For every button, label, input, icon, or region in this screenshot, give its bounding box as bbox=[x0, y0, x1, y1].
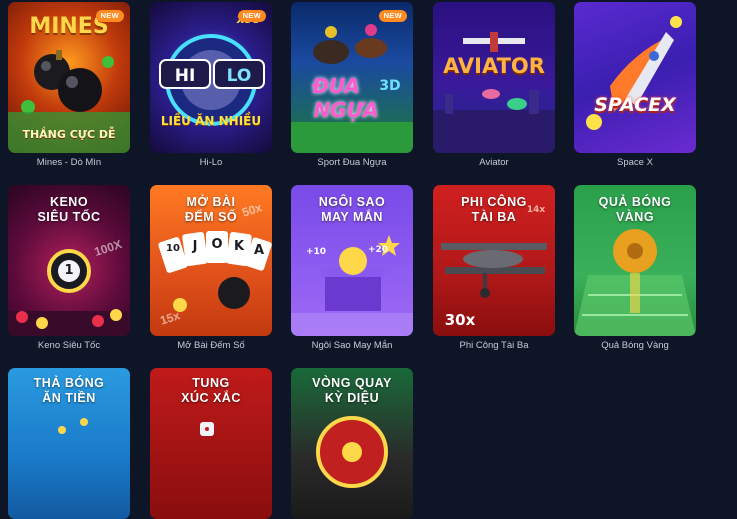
game-label: Hi-Lo bbox=[199, 157, 223, 168]
game-card-tha-bong[interactable]: THẢ BÓNG ĂN TIỀN bbox=[8, 368, 130, 519]
game-thumbnail: PHI CÔNG TÀI BA 30x 14x bbox=[433, 185, 555, 336]
game-thumbnail: MỞ BÀI ĐẾM SỐ 10 J O K A 50x 15x bbox=[150, 185, 272, 336]
ball-drop-icon bbox=[58, 418, 88, 434]
game-card-sport-dua-ngua[interactable]: ĐUA NGỰA 3D NEW Sport Đua Ngựa bbox=[291, 2, 413, 168]
game-label: Quả Bóng Vàng bbox=[601, 340, 669, 351]
game-label: Aviator bbox=[479, 157, 509, 168]
game-thumbnail: QUẢ BÓNG VÀNG bbox=[574, 185, 696, 336]
lo-label: LO bbox=[226, 66, 252, 86]
game-subtitle: THẮNG CỰC DỄ bbox=[22, 128, 116, 141]
game-label: Ngôi Sao May Mắn bbox=[311, 340, 393, 351]
game-title: AVIATOR bbox=[443, 54, 545, 78]
game-title-b: NGỰA bbox=[313, 98, 379, 122]
game-card-phi-cong[interactable]: PHI CÔNG TÀI BA 30x 14x Phi Công Tài Ba bbox=[433, 185, 555, 351]
game-label: Sport Đua Ngựa bbox=[317, 157, 387, 168]
gift-star-icon bbox=[291, 235, 413, 336]
rocket-icon bbox=[586, 16, 682, 130]
game-card-qua-bong[interactable]: QUẢ BÓNG VÀNG Quả Bóng Vàng bbox=[574, 185, 696, 351]
new-badge: NEW bbox=[95, 10, 124, 22]
game-thumbnail: KENO SIÊU TỐC 1 100X bbox=[8, 185, 130, 336]
dice-icon bbox=[200, 422, 214, 436]
multiplier-text: 14x bbox=[526, 205, 546, 215]
wheel-icon bbox=[316, 416, 388, 488]
new-badge: NEW bbox=[237, 10, 266, 22]
game-thumbnail: ĐUA NGỰA 3D NEW bbox=[291, 2, 413, 153]
game-subtitle: LIỀU ĂN NHIỀU bbox=[160, 114, 262, 128]
game-thumbnail: AVIATOR bbox=[433, 2, 555, 153]
game-thumbnail: NGÔI SAO MAY MẮN +10 +20 bbox=[291, 185, 413, 336]
bonus-text: +20 bbox=[367, 245, 389, 255]
ball-number: 1 bbox=[64, 263, 74, 278]
game-thumbnail: HI LO LIỀU ĂN NHIỀU x99 NEW bbox=[150, 2, 272, 153]
game-thumbnail: MINES THẮNG CỰC DỄ NEW bbox=[8, 2, 130, 153]
game-card-mo-bai[interactable]: MỞ BÀI ĐẾM SỐ 10 J O K A 50x 15x Mở Bài … bbox=[150, 185, 272, 351]
game-grid: MINES THẮNG CỰC DỄ NEW Mines - Dò Mìn HI… bbox=[0, 0, 737, 519]
keno-ball-icon bbox=[8, 249, 130, 336]
game-label: Phi Công Tài Ba bbox=[459, 340, 529, 351]
game-card-spacex[interactable]: SPACEX Space X bbox=[574, 2, 696, 168]
game-label: Mines - Dò Mìn bbox=[36, 157, 102, 168]
game-label: Space X bbox=[617, 157, 653, 168]
game-card-ngoi-sao[interactable]: NGÔI SAO MAY MẮN +10 +20 Ngôi Sao May Mắ… bbox=[291, 185, 413, 351]
game-label: Keno Siêu Tốc bbox=[37, 340, 101, 351]
game-label: Mở Bài Đếm Số bbox=[177, 340, 245, 351]
multiplier-text: 30x bbox=[444, 311, 476, 329]
game-card-vong-quay[interactable]: VÒNG QUAY KỲ DIỆU bbox=[291, 368, 413, 519]
game-title: SPACEX bbox=[594, 94, 676, 116]
game-thumbnail: TUNG XÚC XẮC bbox=[150, 368, 272, 519]
game-card-mines[interactable]: MINES THẮNG CỰC DỄ NEW Mines - Dò Mìn bbox=[8, 2, 130, 168]
game-card-aviator[interactable]: AVIATOR Aviator bbox=[433, 2, 555, 168]
new-badge: NEW bbox=[378, 10, 407, 22]
game-card-hilo[interactable]: HI LO LIỀU ĂN NHIỀU x99 NEW Hi-Lo bbox=[150, 2, 272, 168]
game-thumbnail: SPACEX bbox=[574, 2, 696, 153]
game-card-tung-xuc-xac[interactable]: TUNG XÚC XẮC bbox=[150, 368, 272, 519]
card-letter: A bbox=[253, 243, 265, 258]
game-thumbnail: THẢ BÓNG ĂN TIỀN bbox=[8, 368, 130, 519]
golden-ball-icon bbox=[574, 229, 696, 336]
game-thumbnail: VÒNG QUAY KỲ DIỆU bbox=[291, 368, 413, 519]
game-card-keno[interactable]: KENO SIÊU TỐC 1 100X Keno Siêu Tốc bbox=[8, 185, 130, 351]
game-title-3d: 3D bbox=[379, 78, 401, 94]
